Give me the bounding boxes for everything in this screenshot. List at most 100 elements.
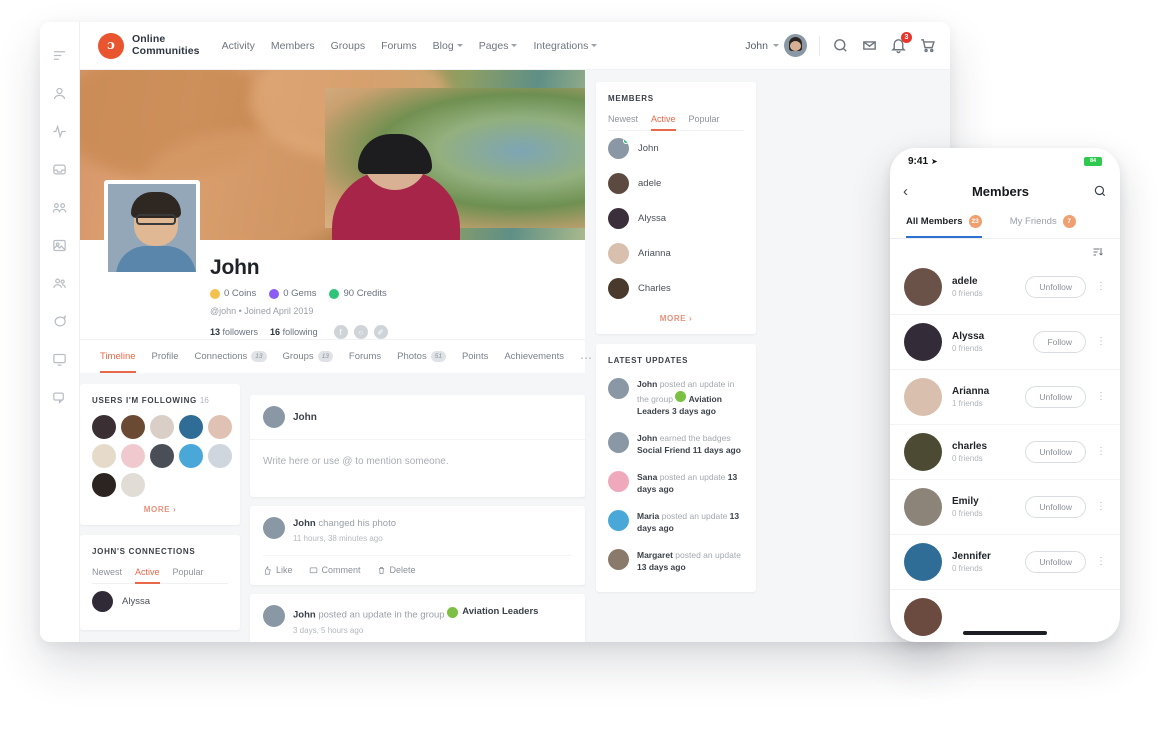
comment-button[interactable]: Comment (309, 565, 361, 575)
tab-groups[interactable]: Groups13 (283, 351, 333, 373)
tab-forums[interactable]: Forums (349, 351, 381, 373)
avatar[interactable] (608, 510, 629, 531)
monitor-icon[interactable] (49, 348, 71, 370)
avatar[interactable] (179, 444, 203, 468)
members-tab-popular[interactable]: Popular (689, 114, 720, 131)
composer-input[interactable]: Write here or use @ to mention someone. (250, 440, 585, 497)
connections-tab-popular[interactable]: Popular (173, 567, 204, 584)
avatar[interactable] (904, 543, 942, 581)
photos-icon[interactable] (49, 234, 71, 256)
follow-toggle-button[interactable]: Unfollow (1025, 551, 1086, 573)
delete-button[interactable]: Delete (377, 565, 416, 575)
row-menu-icon[interactable]: ⋮ (1096, 395, 1106, 399)
tab-connections[interactable]: Connections13 (194, 351, 266, 373)
members-tab-active[interactable]: Active (651, 114, 676, 131)
follow-toggle-button[interactable]: Unfollow (1025, 386, 1086, 408)
nav-item-activity[interactable]: Activity (222, 40, 255, 52)
row-menu-icon[interactable]: ⋮ (1096, 505, 1106, 509)
nav-item-blog[interactable]: Blog (433, 40, 463, 52)
groups-icon[interactable] (49, 196, 71, 218)
avatar[interactable] (121, 473, 145, 497)
group-link[interactable]: Aviation Leaders (447, 605, 538, 619)
avatar[interactable] (608, 138, 629, 159)
list-item[interactable]: John (608, 131, 744, 166)
list-item[interactable]: John posted an update in the group Aviat… (608, 371, 744, 425)
row-menu-icon[interactable]: ⋮ (1096, 560, 1106, 564)
tab-all-members[interactable]: All Members 23 (906, 208, 982, 238)
menu-icon[interactable] (49, 44, 71, 66)
list-item[interactable]: Alyssa (608, 201, 744, 236)
avatar[interactable] (179, 415, 203, 439)
row-menu-icon[interactable]: ⋮ (1096, 450, 1106, 454)
tabs-overflow-icon[interactable]: ⋯ (580, 351, 593, 374)
list-item[interactable]: adele 0 friends Unfollow ⋮ (890, 260, 1120, 315)
avatar[interactable] (150, 415, 174, 439)
user-icon[interactable] (49, 82, 71, 104)
avatar[interactable] (608, 243, 629, 264)
nav-item-pages[interactable]: Pages (479, 40, 518, 52)
follow-toggle-button[interactable]: Follow (1033, 331, 1086, 353)
list-item[interactable]: Emily 0 friends Unfollow ⋮ (890, 480, 1120, 535)
user-menu[interactable]: John (745, 34, 807, 57)
avatar[interactable] (608, 378, 629, 399)
facebook-icon[interactable]: f (334, 325, 348, 339)
nav-item-forums[interactable]: Forums (381, 40, 417, 52)
post-author[interactable]: John (293, 610, 316, 621)
avatar[interactable] (904, 488, 942, 526)
connections-tab-active[interactable]: Active (135, 567, 160, 584)
cart-icon[interactable] (919, 37, 936, 54)
post-author[interactable]: John (293, 518, 316, 529)
avatar[interactable] (608, 173, 629, 194)
list-item[interactable]: Maria posted an update 13 days ago (608, 503, 744, 542)
list-item[interactable]: Arianna 1 friends Unfollow ⋮ (890, 370, 1120, 425)
followers-count[interactable]: 13 followers (210, 327, 258, 337)
instagram-icon[interactable]: ○ (354, 325, 368, 339)
follow-toggle-button[interactable]: Unfollow (1025, 276, 1086, 298)
tab-achievements[interactable]: Achievements (504, 351, 564, 373)
avatar[interactable] (904, 323, 942, 361)
activity-icon[interactable] (49, 120, 71, 142)
nav-item-members[interactable]: Members (271, 40, 315, 52)
tab-timeline[interactable]: Timeline (100, 351, 136, 373)
sort-button[interactable] (890, 239, 1120, 260)
avatar[interactable] (92, 444, 116, 468)
avatar[interactable] (904, 378, 942, 416)
list-item[interactable]: Arianna (608, 236, 744, 271)
avatar[interactable] (263, 406, 285, 428)
avatar[interactable] (150, 444, 174, 468)
avatar[interactable] (263, 605, 285, 627)
search-icon[interactable] (1093, 184, 1107, 198)
twitter-icon[interactable]: ✐ (374, 325, 388, 339)
avatar[interactable] (608, 549, 629, 570)
list-item[interactable]: Margaret posted an update 13 days ago (608, 542, 744, 581)
list-item[interactable]: Alyssa 0 friends Follow ⋮ (890, 315, 1120, 370)
brand[interactable]: ɔ Online Communities (98, 33, 200, 59)
row-menu-icon[interactable]: ⋮ (1096, 285, 1106, 289)
tab-profile[interactable]: Profile (152, 351, 179, 373)
row-menu-icon[interactable]: ⋮ (1096, 340, 1106, 344)
inbox-icon[interactable] (49, 158, 71, 180)
profile-avatar[interactable] (104, 180, 200, 276)
bell-icon[interactable]: 3 (890, 37, 907, 54)
avatar[interactable] (904, 433, 942, 471)
avatar[interactable] (904, 598, 942, 636)
avatar[interactable] (904, 268, 942, 306)
list-item[interactable]: Jennifer 0 friends Unfollow ⋮ (890, 535, 1120, 590)
following-more-link[interactable]: MORE › (92, 505, 228, 514)
inbox-icon[interactable] (861, 37, 878, 54)
avatar[interactable] (608, 471, 629, 492)
avatar[interactable] (208, 415, 232, 439)
list-item[interactable]: Alyssa (92, 584, 228, 619)
follow-toggle-button[interactable]: Unfollow (1025, 496, 1086, 518)
avatar[interactable] (92, 591, 113, 612)
avatar[interactable] (263, 517, 285, 539)
following-count[interactable]: 16 following (270, 327, 318, 337)
avatar[interactable] (121, 444, 145, 468)
like-button[interactable]: Like (263, 565, 293, 575)
avatar[interactable] (208, 444, 232, 468)
nav-item-integrations[interactable]: Integrations (533, 40, 597, 52)
tab-points[interactable]: Points (462, 351, 488, 373)
list-item[interactable]: John earned the badges Social Friend 11 … (608, 425, 744, 464)
list-item[interactable]: Charles (608, 271, 744, 306)
tab-photos[interactable]: Photos51 (397, 351, 446, 373)
